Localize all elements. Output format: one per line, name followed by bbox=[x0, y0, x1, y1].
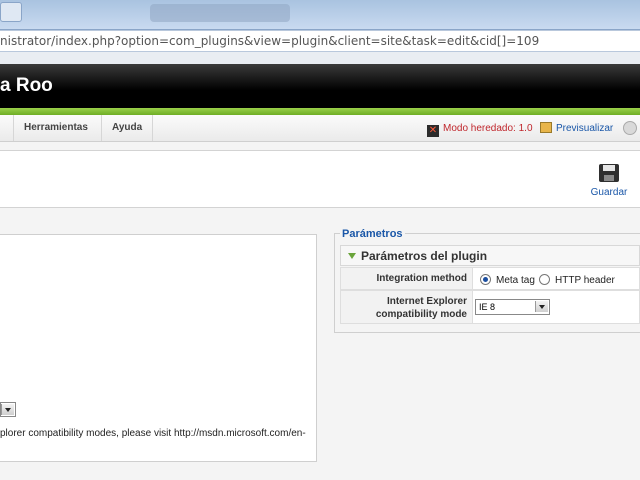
save-label[interactable]: Guardar bbox=[591, 187, 628, 198]
ie-mode-select[interactable]: IE 8 bbox=[475, 299, 550, 315]
save-disk-icon bbox=[599, 164, 619, 182]
preview-icon bbox=[540, 122, 552, 133]
chevron-down-icon bbox=[1, 404, 14, 415]
plugin-params-header[interactable]: Parámetros del plugin bbox=[340, 245, 640, 266]
legacy-mode-indicator: ✕ Modo heredado: 1.0 bbox=[427, 122, 533, 137]
plugin-description: plorer compatibility modes, please visit… bbox=[0, 428, 306, 439]
details-dropdown[interactable] bbox=[0, 402, 16, 417]
preview-link[interactable]: Previsualizar bbox=[540, 122, 613, 136]
header-accent-bar bbox=[0, 108, 640, 115]
meta-tag-label[interactable]: Meta tag bbox=[496, 275, 535, 286]
params-legend: Parámetros bbox=[340, 228, 405, 240]
site-title: a Roo bbox=[0, 75, 53, 96]
browser-tab-strip bbox=[0, 0, 640, 30]
ie-mode-value: IE 8 bbox=[479, 302, 496, 312]
menu-herramientas[interactable]: Herramientas bbox=[13, 115, 98, 141]
menu-ayuda[interactable]: Ayuda bbox=[101, 115, 154, 141]
legacy-mode-label: Modo heredado: 1.0 bbox=[443, 123, 533, 134]
integration-method-row: Integration method Meta tag HTTP header bbox=[340, 267, 640, 290]
ie-mode-label: Internet Explorer compatibility mode bbox=[341, 291, 473, 323]
plugin-params-title[interactable]: Parámetros del plugin bbox=[361, 249, 487, 263]
browser-tab-blurred[interactable] bbox=[150, 4, 290, 22]
address-bar[interactable]: nistrator/index.php?option=com_plugins&v… bbox=[0, 30, 640, 52]
integration-method-label: Integration method bbox=[341, 268, 473, 289]
menu-item-partial[interactable] bbox=[0, 115, 12, 141]
admin-header: a Roo bbox=[0, 64, 640, 108]
toolbar: Guardar bbox=[0, 150, 640, 208]
save-button[interactable]: Guardar bbox=[586, 163, 632, 198]
chevron-down-icon bbox=[535, 301, 548, 312]
expand-triangle-icon bbox=[348, 253, 356, 259]
legacy-mode-icon: ✕ bbox=[427, 125, 439, 137]
browser-tab[interactable] bbox=[0, 2, 22, 22]
http-header-label[interactable]: HTTP header bbox=[555, 275, 615, 286]
http-header-radio[interactable] bbox=[539, 274, 550, 285]
user-icon[interactable] bbox=[623, 121, 637, 135]
menu-bar: Herramientas Ayuda ✕ Modo heredado: 1.0 P… bbox=[0, 115, 640, 142]
meta-tag-radio[interactable] bbox=[480, 274, 491, 285]
browser-gap bbox=[0, 52, 640, 64]
url-text[interactable]: nistrator/index.php?option=com_plugins&v… bbox=[0, 34, 539, 48]
preview-label[interactable]: Previsualizar bbox=[556, 123, 613, 134]
ie-mode-label-line1: Internet Explorer bbox=[386, 296, 467, 307]
ie-mode-label-line2: compatibility mode bbox=[375, 309, 467, 320]
